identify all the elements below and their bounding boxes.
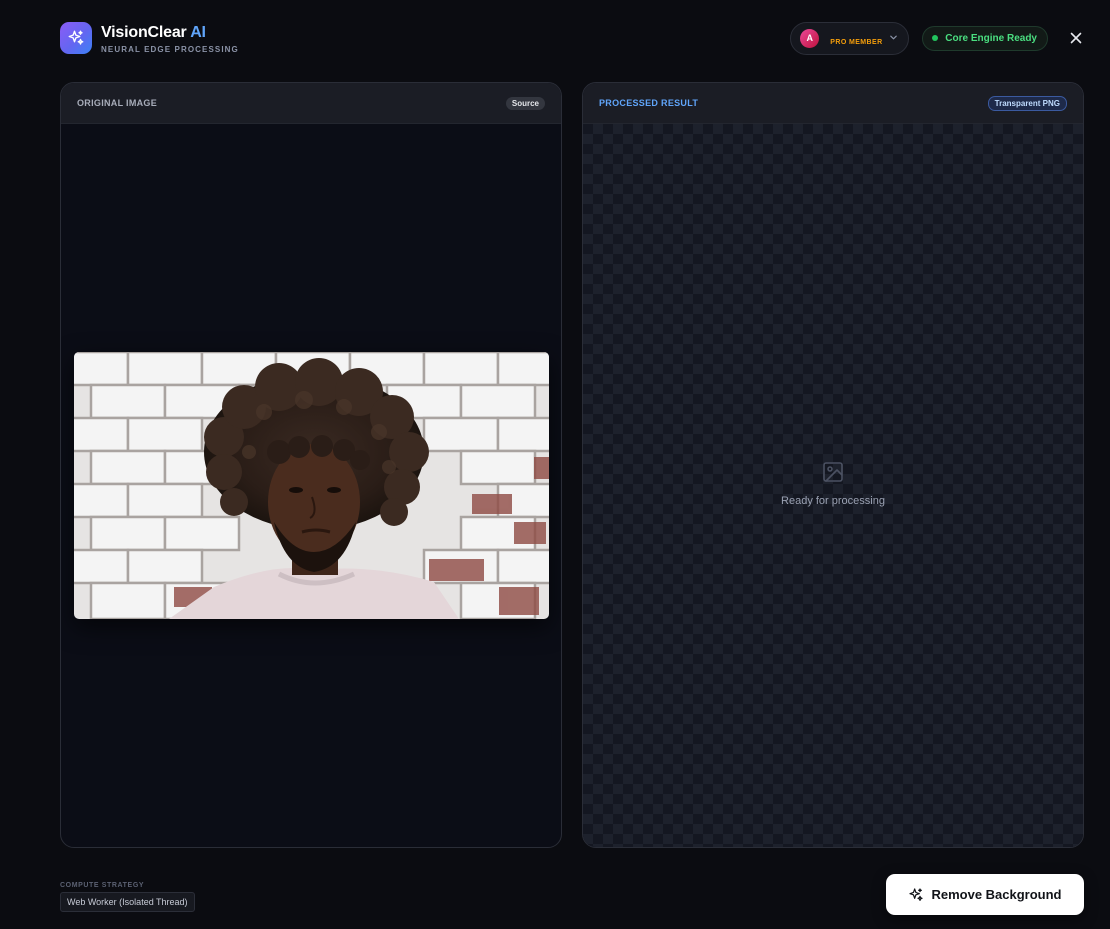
sparkles-icon [68, 30, 84, 45]
app-title-accent: AI [190, 24, 206, 41]
original-panel-header: ORIGINAL IMAGE Source [61, 83, 561, 124]
header: VisionClear AI NEURAL EDGE PROCESSING A … [60, 21, 1084, 56]
transparency-canvas: Ready for processing [583, 124, 1083, 847]
app-root: VisionClear AI NEURAL EDGE PROCESSING A … [0, 0, 1110, 929]
chevron-down-icon [890, 35, 898, 39]
engine-status-text: Core Engine Ready [945, 32, 1037, 44]
original-panel-body [61, 124, 561, 847]
engine-status-badge: Core Engine Ready [922, 25, 1048, 51]
app-title: VisionClear AI [101, 23, 239, 43]
sparkles-icon [909, 887, 924, 901]
processed-panel-title: PROCESSED RESULT [599, 98, 699, 108]
image-icon [823, 462, 843, 482]
app-logo [60, 22, 92, 54]
plan-badge: PRO MEMBER [830, 39, 883, 46]
brand: VisionClear AI NEURAL EDGE PROCESSING [101, 23, 239, 54]
remove-background-label: Remove Background [931, 887, 1062, 902]
status-dot-icon [932, 35, 939, 41]
empty-state-text: Ready for processing [781, 495, 885, 507]
original-image-panel: ORIGINAL IMAGE Source [60, 82, 562, 848]
user-menu-button[interactable]: A PRO MEMBER [790, 21, 910, 55]
close-icon [1070, 32, 1082, 44]
compute-strategy: COMPUTE STRATEGY Web Worker (Isolated Th… [60, 882, 195, 912]
app-subtitle: NEURAL EDGE PROCESSING [101, 45, 239, 54]
close-button[interactable] [1068, 30, 1084, 46]
avatar: A [800, 28, 820, 48]
header-actions: A PRO MEMBER Core Engine Ready [790, 21, 1084, 55]
source-badge: Source [505, 96, 545, 110]
empty-state: Ready for processing [583, 460, 1083, 507]
original-panel-title: ORIGINAL IMAGE [77, 98, 158, 108]
format-badge: Transparent PNG [987, 95, 1067, 111]
remove-background-button[interactable]: Remove Background [886, 874, 1084, 915]
source-photo [74, 352, 549, 619]
processed-panel-header: PROCESSED RESULT Transparent PNG [583, 83, 1083, 124]
portrait-image [74, 352, 549, 619]
compute-strategy-label: COMPUTE STRATEGY [60, 882, 145, 889]
processed-result-panel: PROCESSED RESULT Transparent PNG Ready f… [582, 82, 1084, 848]
compute-strategy-value[interactable]: Web Worker (Isolated Thread) [60, 892, 195, 912]
app-title-main: VisionClear [101, 24, 187, 41]
